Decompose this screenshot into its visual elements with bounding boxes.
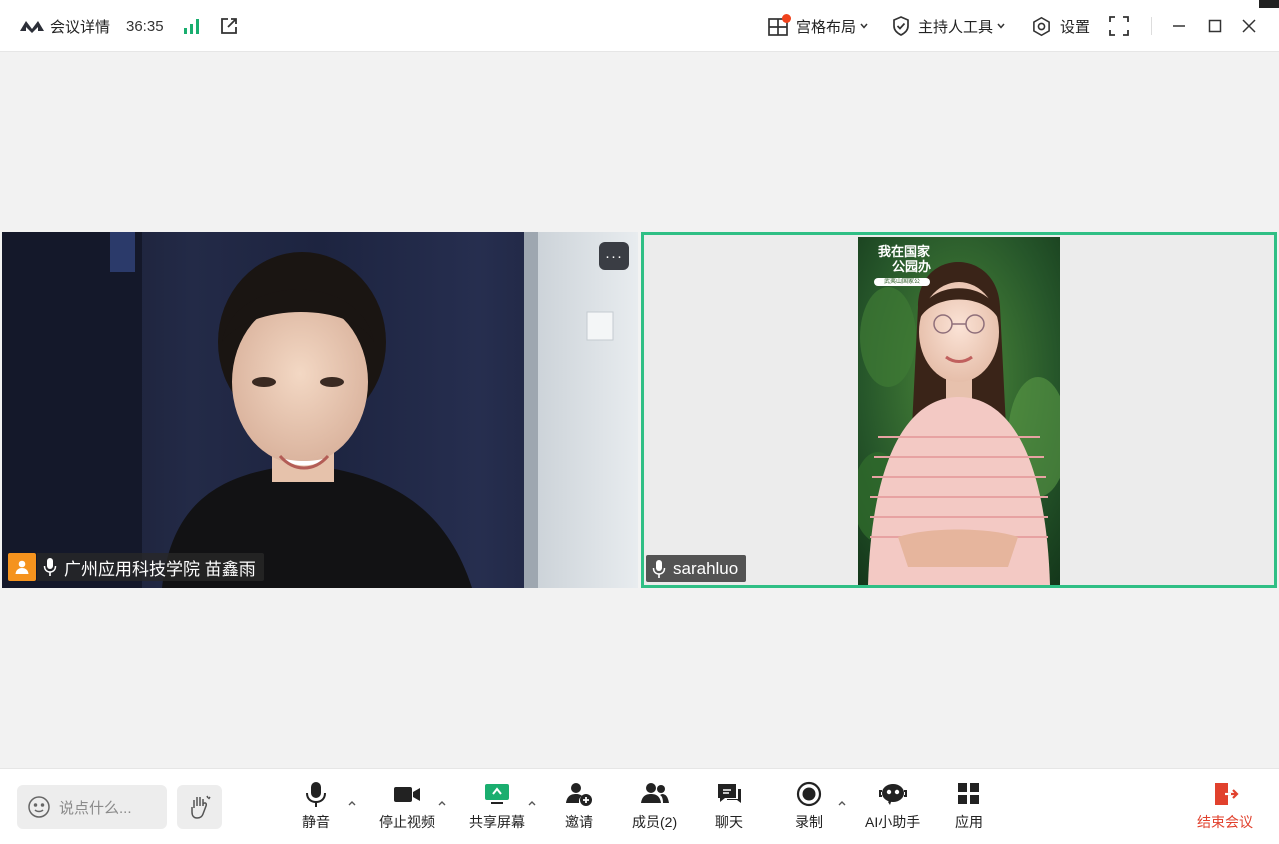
- exit-icon: [1215, 783, 1239, 805]
- mic-icon: [306, 782, 326, 807]
- chevron-up-icon[interactable]: [437, 799, 447, 807]
- apps-label: 应用: [955, 814, 983, 830]
- popout-icon[interactable]: [219, 0, 239, 52]
- gear-icon: [1033, 16, 1050, 36]
- settings-label: 设置: [1060, 18, 1091, 36]
- more-options-button[interactable]: ···: [599, 242, 629, 270]
- camera-icon: [394, 787, 420, 802]
- meeting-details-button[interactable]: 会议详情: [19, 0, 110, 52]
- mic-icon: [652, 559, 666, 578]
- participant-name: 广州应用科技学院 苗鑫雨: [64, 559, 256, 579]
- mic-icon: [43, 558, 57, 576]
- members-icon: [640, 783, 669, 803]
- end-meeting-label: 结束会议: [1197, 814, 1253, 830]
- host-tools-button[interactable]: 主持人工具: [892, 0, 1006, 52]
- ai-assistant-label: AI小助手: [865, 814, 921, 830]
- stop-video-button[interactable]: 停止视频: [379, 781, 435, 832]
- fullscreen-icon[interactable]: [1109, 0, 1129, 52]
- control-bar: 说点什么... 静音 停止视频 共享屏幕 邀请 成员(2) 聊天 录制 AI小助…: [0, 768, 1279, 844]
- host-badge-icon: [8, 553, 36, 581]
- share-screen-button[interactable]: 共享屏幕: [469, 781, 525, 832]
- more-icon: ···: [605, 247, 623, 265]
- stop-video-label: 停止视频: [379, 814, 435, 830]
- meeting-timer: 36:35: [126, 17, 164, 35]
- record-button[interactable]: 录制: [795, 781, 823, 832]
- end-meeting-button[interactable]: 结束会议: [1197, 781, 1253, 832]
- chat-button[interactable]: 聊天: [715, 781, 743, 832]
- minimize-icon[interactable]: [1172, 0, 1186, 52]
- invite-icon: [566, 783, 592, 806]
- notification-dot: [782, 14, 791, 23]
- raise-hand-icon: [190, 795, 211, 819]
- tencent-meeting-logo-icon: [20, 21, 44, 33]
- participant-name-tag: 广州应用科技学院 苗鑫雨: [37, 553, 264, 581]
- mute-label: 静音: [302, 814, 330, 830]
- video-tile-participant-1[interactable]: [2, 232, 638, 588]
- maximize-icon[interactable]: [1208, 0, 1222, 52]
- host-tools-label: 主持人工具: [918, 18, 994, 36]
- apps-button[interactable]: 应用: [955, 781, 983, 832]
- signal-strength-icon[interactable]: [183, 0, 201, 52]
- members-button[interactable]: 成员(2): [632, 781, 677, 832]
- overlay-line-1: 我在国家: [878, 245, 931, 260]
- participant-video: 我在国家 公园办 武夷山国家公: [858, 237, 1060, 585]
- chevron-up-icon[interactable]: [527, 799, 537, 807]
- quick-chat-input[interactable]: 说点什么...: [17, 785, 167, 829]
- close-icon[interactable]: [1242, 0, 1256, 52]
- chevron-down-icon: [997, 23, 1005, 29]
- meeting-details-label: 会议详情: [50, 18, 111, 36]
- emoji-icon: [28, 796, 50, 818]
- members-label: 成员(2): [632, 814, 678, 830]
- apps-icon: [958, 783, 979, 804]
- grid-layout-label: 宫格布局: [796, 18, 857, 36]
- chat-label: 聊天: [715, 814, 743, 830]
- share-screen-icon: [485, 784, 509, 804]
- ai-assistant-icon: [878, 784, 907, 805]
- invite-button[interactable]: 邀请: [565, 781, 593, 832]
- settings-button[interactable]: 设置: [1031, 0, 1090, 52]
- shield-icon: [893, 16, 909, 36]
- chevron-up-icon[interactable]: [837, 799, 847, 807]
- raise-hand-button[interactable]: [177, 785, 222, 829]
- mute-button[interactable]: 静音: [302, 781, 330, 832]
- chevron-down-icon: [860, 23, 868, 29]
- share-screen-label: 共享屏幕: [469, 814, 525, 830]
- record-icon: [796, 781, 822, 807]
- chevron-up-icon[interactable]: [347, 799, 357, 807]
- corner-overlay: [1259, 0, 1279, 8]
- chat-placeholder: 说点什么...: [59, 799, 132, 817]
- overlay-line-3: 武夷山国家公: [874, 278, 930, 286]
- invite-label: 邀请: [565, 814, 593, 830]
- chat-icon: [718, 784, 741, 803]
- participant-video: [2, 232, 638, 588]
- video-overlay-caption: 我在国家 公园办 武夷山国家公: [874, 245, 931, 286]
- grid-layout-button[interactable]: 宫格布局: [768, 0, 869, 52]
- video-tile-participant-2[interactable]: 我在国家 公园办 武夷山国家公: [641, 232, 1277, 588]
- participant-name-tag: sarahluo: [646, 555, 747, 582]
- ai-assistant-button[interactable]: AI小助手: [865, 781, 920, 832]
- divider: [1151, 17, 1152, 35]
- title-bar: 会议详情 36:35 宫格布局 主持人工具 设置: [0, 0, 1279, 52]
- record-label: 录制: [795, 814, 823, 830]
- participant-name: sarahluo: [673, 558, 739, 578]
- overlay-line-2: 公园办: [892, 260, 932, 275]
